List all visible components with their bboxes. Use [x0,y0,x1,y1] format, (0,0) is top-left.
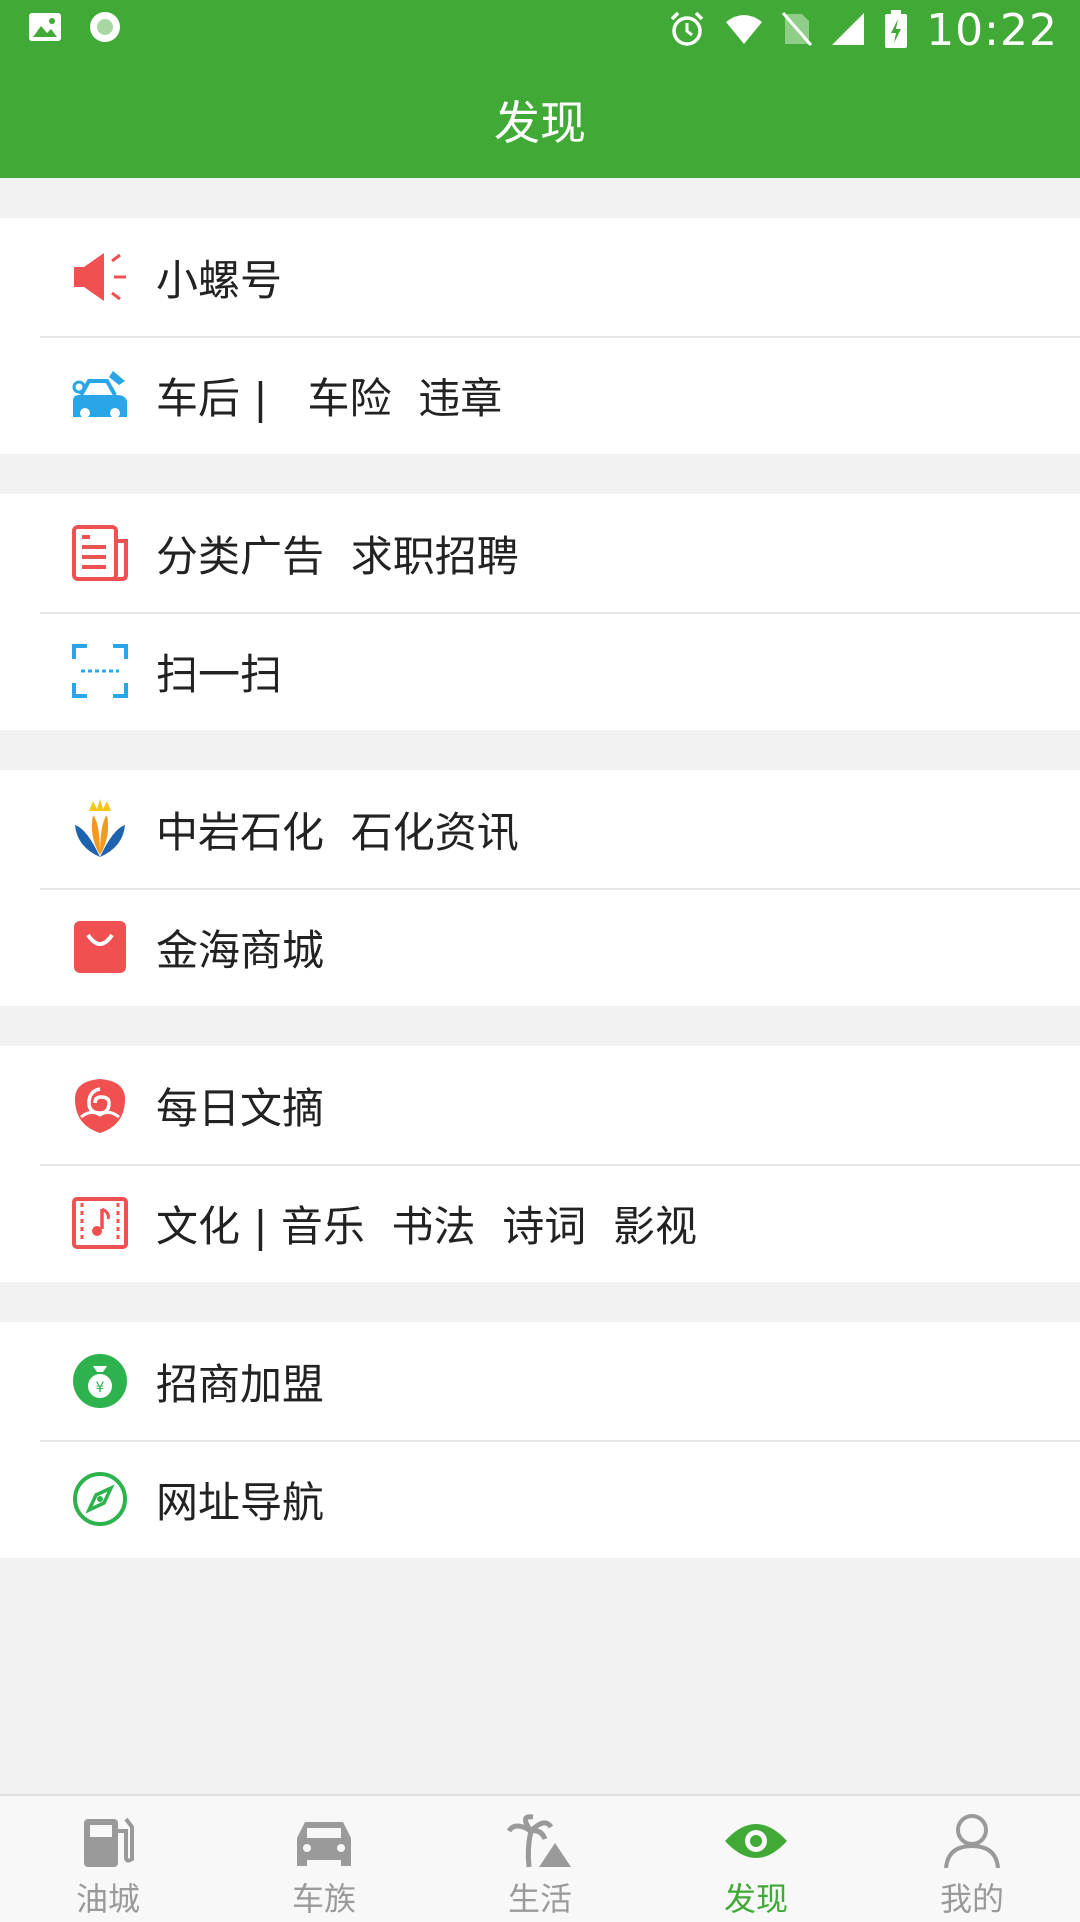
menu-item-franchise[interactable]: ¥ 招商加盟 [0,1322,1080,1440]
discover-list: 小螺号 车后 | 车险 违章 分类广告 求职招聘 扫一扫 中岩石化 石化资讯 金… [0,178,1080,1558]
menu-item-label: 小螺号 [156,255,283,305]
tab-label: 油城 [75,1880,140,1918]
menu-group: 分类广告 求职招聘 扫一扫 [0,494,1080,730]
person-icon [937,1810,1007,1872]
alarm-icon [668,10,706,52]
tab-youcheng[interactable]: 油城 [0,1796,216,1922]
menu-item-petrochem[interactable]: 中岩石化 石化资讯 [0,770,1080,888]
scan-icon [68,639,132,703]
menu-item-label: 网址导航 [156,1477,325,1527]
page-title: 发现 [494,96,586,150]
menu-item-classified-ads[interactable]: 分类广告 求职招聘 [0,494,1080,612]
menu-item-label: 招商加盟 [156,1359,325,1409]
car-icon [289,1810,359,1872]
wifi-icon [724,12,764,50]
menu-group: 每日文摘 文化 | 音乐 书法 诗词 影视 [0,1046,1080,1282]
car-service-icon [68,363,132,427]
status-bar: 10:22 [0,0,1080,62]
battery-icon [884,9,908,53]
petrochem-logo-icon [68,797,132,861]
menu-item-label: 分类广告 求职招聘 [156,531,519,581]
tab-label: 我的 [939,1880,1004,1918]
menu-item-label: 中岩石化 石化资讯 [156,807,519,857]
menu-item-jinhai-mall[interactable]: 金海商城 [0,888,1080,1006]
record-notification-icon [88,10,122,48]
no-sim-icon [782,11,813,51]
signal-icon [830,11,866,51]
money-bag-icon: ¥ [68,1349,132,1413]
menu-item-scan[interactable]: 扫一扫 [0,612,1080,730]
document-list-icon [68,521,132,585]
eye-icon [721,1810,791,1872]
tab-label: 发现 [723,1880,788,1918]
rose-icon [68,1073,132,1137]
tab-label: 生活 [507,1880,572,1918]
menu-item-label: 扫一扫 [156,649,283,699]
shopping-bag-icon [68,915,132,979]
image-notification-icon [28,12,62,46]
music-film-icon [68,1191,132,1255]
tab-chezu[interactable]: 车族 [216,1796,432,1922]
menu-group: 中岩石化 石化资讯 金海商城 [0,770,1080,1006]
menu-item-url-nav[interactable]: 网址导航 [0,1440,1080,1558]
status-time: 10:22 [926,5,1058,56]
menu-item-label: 金海商城 [156,925,325,975]
menu-group: ¥ 招商加盟 网址导航 [0,1322,1080,1558]
tab-wode[interactable]: 我的 [864,1796,1080,1922]
tab-shenghuo[interactable]: 生活 [432,1796,648,1922]
menu-item-label: 每日文摘 [156,1083,325,1133]
bottom-tab-bar: 油城 车族 生活 发现 我的 [0,1794,1080,1922]
menu-item-xiaoluohao[interactable]: 小螺号 [0,218,1080,336]
menu-item-label: 文化 | 音乐 书法 诗词 影视 [156,1201,697,1251]
menu-item-daily-digest[interactable]: 每日文摘 [0,1046,1080,1164]
tab-faxian[interactable]: 发现 [648,1796,864,1922]
palm-tree-icon [505,1810,575,1872]
menu-item-car-services[interactable]: 车后 | 车险 违章 [0,336,1080,454]
title-bar: 发现 [0,62,1080,178]
menu-group: 小螺号 车后 | 车险 违章 [0,218,1080,454]
svg-text:¥: ¥ [96,1380,105,1396]
tab-label: 车族 [291,1880,356,1918]
menu-item-culture[interactable]: 文化 | 音乐 书法 诗词 影视 [0,1164,1080,1282]
compass-icon [68,1467,132,1531]
menu-item-label: 车后 | 车险 违章 [156,373,503,423]
fuel-pump-icon [73,1810,143,1872]
megaphone-icon [68,245,132,309]
